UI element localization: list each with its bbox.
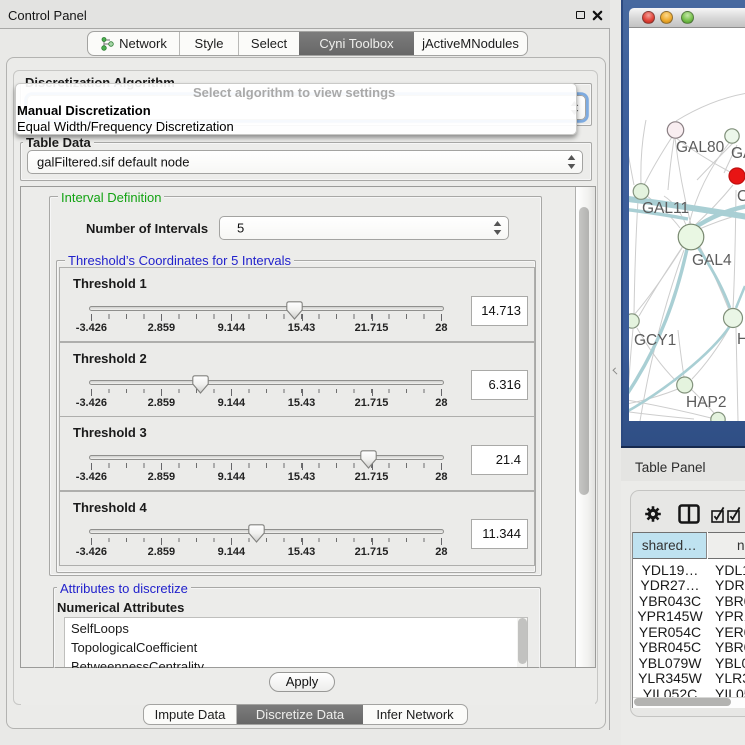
svg-text:CY: CY [737, 188, 745, 205]
svg-text:GAL11: GAL11 [642, 200, 689, 217]
svg-text:GA: GA [731, 145, 745, 162]
svg-text:HAP2: HAP2 [686, 394, 727, 411]
svg-text:GCY1: GCY1 [634, 332, 676, 349]
svg-text:GAL4: GAL4 [692, 252, 732, 269]
svg-text:HI: HI [737, 331, 745, 348]
svg-text:GAL80: GAL80 [676, 139, 725, 156]
